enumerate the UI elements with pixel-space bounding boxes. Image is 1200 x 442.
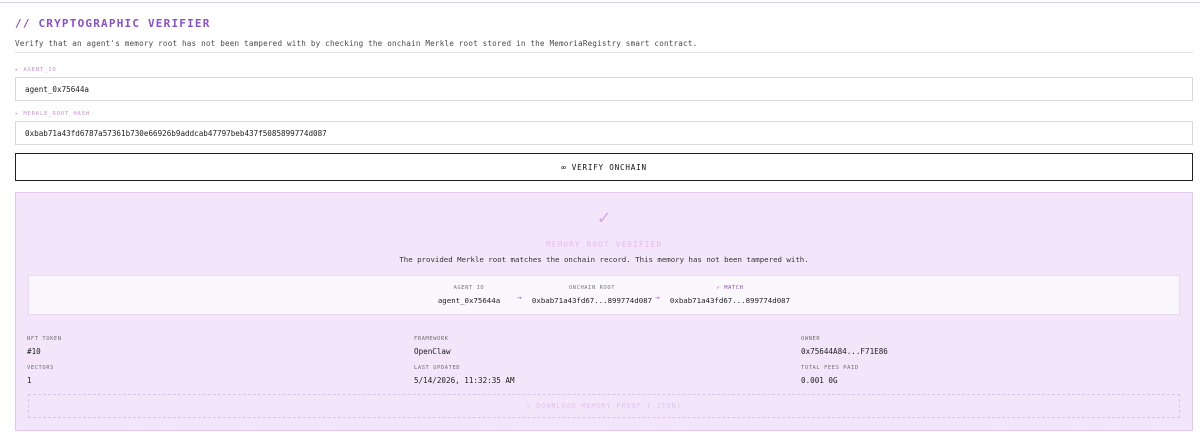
- verifier-header: // CRYPTOGRAPHIC VERIFIER Verify that an…: [15, 17, 1195, 48]
- verify-onchain-button[interactable]: ∞ VERIFY ONCHAIN: [15, 153, 1193, 181]
- page-title: // CRYPTOGRAPHIC VERIFIER: [15, 17, 211, 30]
- merkle-root-input[interactable]: [15, 121, 1193, 145]
- meta-vectors: VECTORS 1: [27, 365, 54, 385]
- agent-id-input[interactable]: [15, 77, 1193, 101]
- download-proof-button[interactable]: ⇩ DOWNLOAD MEMORY PROOF (.JSON): [28, 394, 1180, 418]
- root-comparison-box: AGENT ID agent_0x75644a → ONCHAIN ROOT 0…: [28, 275, 1180, 315]
- vectors-value: 1: [27, 376, 32, 385]
- download-proof-label: DOWNLOAD MEMORY PROOF (.JSON): [536, 402, 682, 410]
- match-label: ✓ MATCH: [716, 285, 744, 291]
- top-border-line: [0, 2, 1200, 3]
- page-subtitle: Verify that an agent's memory root has n…: [15, 39, 698, 48]
- merkle-root-label: ▸ MERKLE_ROOT_HASH: [15, 111, 91, 117]
- meta-framework: FRAMEWORK OpenClaw: [414, 336, 451, 356]
- comparison-agent-id: AGENT ID agent_0x75644a: [424, 285, 514, 305]
- checkmark-icon: ✓: [597, 205, 611, 229]
- header-divider: [15, 52, 1193, 53]
- nft-token-label: NFT TOKEN: [27, 336, 62, 342]
- nft-token-value: #10: [27, 347, 41, 356]
- vectors-label: VECTORS: [27, 365, 54, 371]
- meta-nft-token: NFT TOKEN #10: [27, 336, 62, 356]
- owner-value: 0x75644A84...F71E86: [801, 347, 888, 356]
- owner-label: OWNER: [801, 336, 821, 342]
- meta-owner: OWNER 0x75644A84...F71E86: [801, 336, 888, 356]
- result-description: The provided Merkle root matches the onc…: [399, 255, 809, 264]
- last-updated-value: 5/14/2026, 11:32:35 AM: [414, 376, 515, 385]
- last-updated-label: LAST UPDATED: [414, 365, 461, 371]
- agent-id-label: ▸ AGENT_ID: [15, 67, 57, 73]
- comparison-onchain-root: ONCHAIN ROOT 0xbab71a43fd67...899774d087: [529, 285, 655, 305]
- result-title: MEMORY ROOT VERIFIED: [545, 240, 663, 249]
- meta-last-updated: LAST UPDATED 5/14/2026, 11:32:35 AM: [414, 365, 515, 385]
- total-fees-label: TOTAL FEES PAID: [801, 365, 859, 371]
- framework-value: OpenClaw: [414, 347, 451, 356]
- total-fees-value: 0.001 0G: [801, 376, 838, 385]
- chain-link-icon: ∞: [561, 162, 567, 172]
- comparison-agent-id-label: AGENT ID: [453, 285, 485, 291]
- comparison-agent-id-value: agent_0x75644a: [437, 296, 501, 305]
- comparison-onchain-label: ONCHAIN ROOT: [568, 285, 616, 291]
- framework-label: FRAMEWORK: [414, 336, 449, 342]
- download-icon: ⇩: [526, 402, 532, 410]
- arrow-right-icon: →: [517, 293, 522, 302]
- verify-onchain-label: VERIFY ONCHAIN: [571, 162, 647, 172]
- comparison-match: ✓ MATCH 0xbab71a43fd67...899774d087: [667, 285, 793, 305]
- verification-result-panel: ✓ MEMORY ROOT VERIFIED The provided Merk…: [15, 192, 1193, 431]
- arrow-right-icon: →: [655, 293, 660, 302]
- comparison-match-value: 0xbab71a43fd67...899774d087: [669, 296, 791, 305]
- comparison-onchain-value: 0xbab71a43fd67...899774d087: [531, 296, 653, 305]
- meta-total-fees: TOTAL FEES PAID 0.001 0G: [801, 365, 859, 385]
